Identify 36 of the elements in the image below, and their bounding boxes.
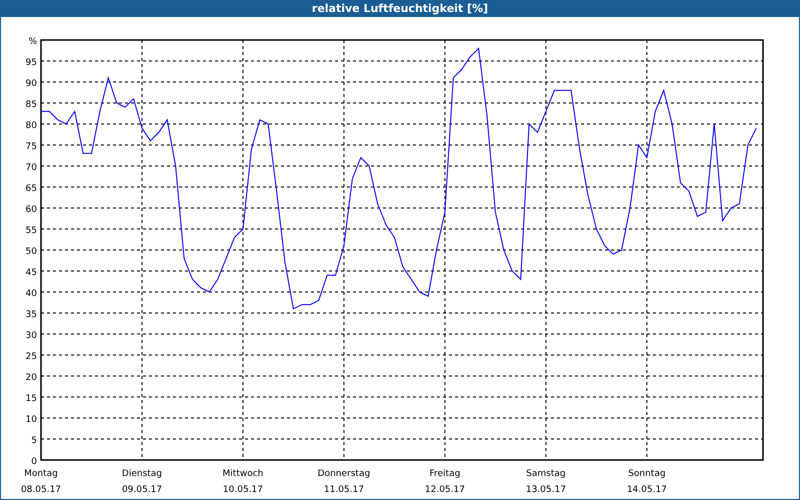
y-tick-label: 25 (26, 352, 37, 362)
y-tick-label: 50 (26, 247, 37, 257)
y-tick-label: 60 (26, 205, 37, 215)
y-tick-label: 30 (26, 331, 37, 341)
y-tick-label: % (28, 37, 37, 47)
date-label: 13.05.17 (526, 485, 566, 495)
y-tick-label: 95 (26, 58, 37, 68)
y-tick-label: 0 (31, 457, 37, 467)
y-tick-label: 10 (26, 415, 37, 425)
y-tick-label: 80 (26, 121, 37, 131)
y-tick-label: 35 (26, 310, 37, 320)
date-label: 08.05.17 (20, 485, 62, 495)
day-label: Donnerstag (318, 469, 370, 479)
y-tick-label: 45 (26, 268, 37, 278)
y-tick-label: 55 (26, 226, 37, 236)
date-label: 14.05.17 (626, 485, 667, 495)
date-label: 12.05.17 (424, 485, 465, 495)
date-label: 09.05.17 (122, 485, 162, 495)
y-tick-label: 40 (26, 289, 37, 299)
window-title: relative Luftfeuchtigkeit [%] (312, 2, 488, 15)
day-label: Dienstag (122, 469, 162, 479)
y-tick-label: 85 (26, 100, 37, 110)
y-tick-label: 65 (26, 184, 37, 194)
day-label: Samstag (526, 469, 566, 479)
y-tick-label: 20 (26, 373, 37, 383)
date-label: 11.05.17 (324, 485, 364, 495)
day-label: Mittwoch (222, 469, 264, 479)
date-label: 10.05.17 (222, 485, 263, 495)
y-tick-label: 15 (26, 394, 37, 404)
y-tick-label: 70 (26, 163, 37, 173)
day-label: Montag (24, 469, 58, 479)
y-tick-label: 75 (26, 142, 37, 152)
y-tick-label: 90 (26, 79, 37, 89)
day-label: Freitag (430, 469, 460, 479)
day-label: Sonntag (628, 469, 666, 479)
y-tick-label: 5 (31, 436, 37, 446)
